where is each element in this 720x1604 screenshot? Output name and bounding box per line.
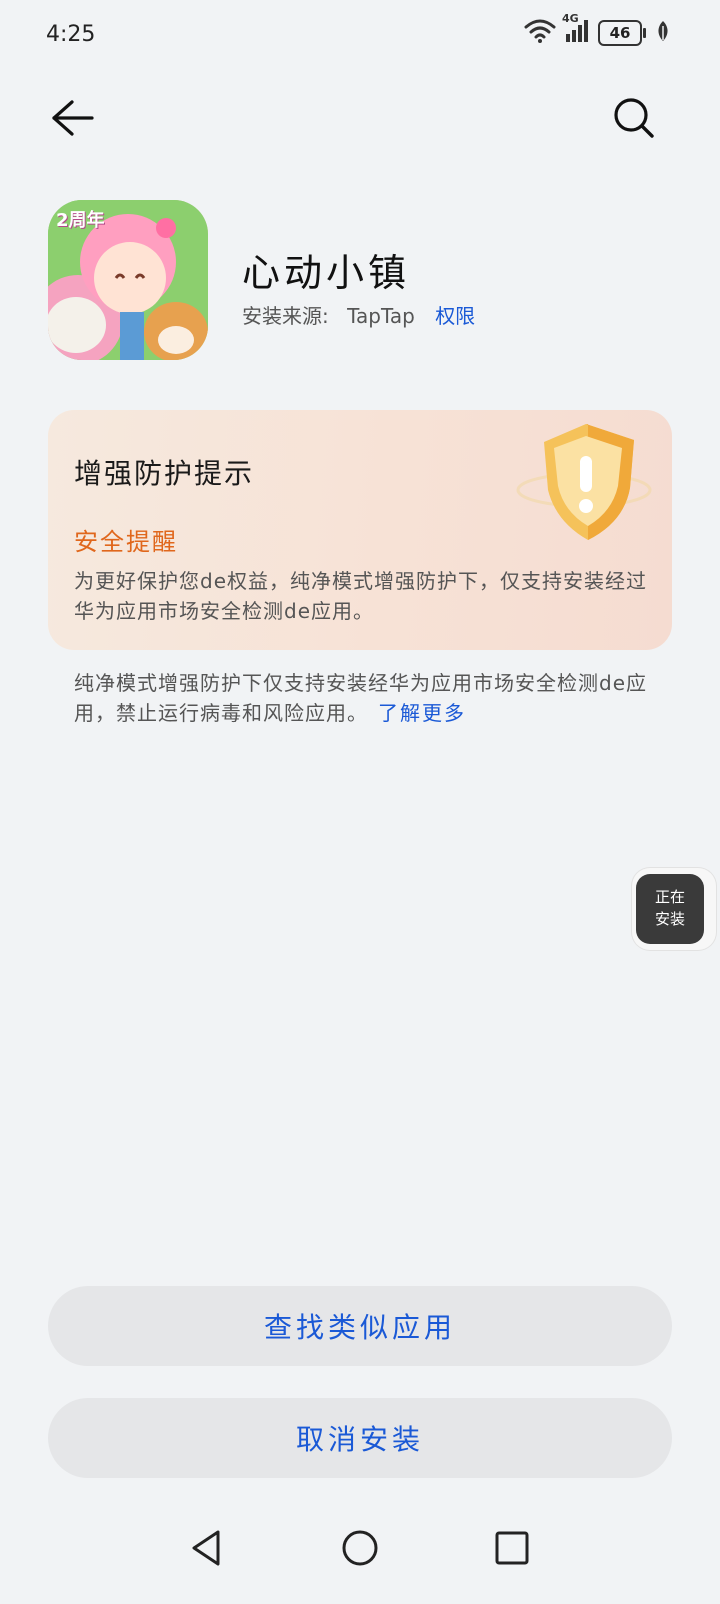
leaf-icon bbox=[656, 20, 670, 46]
installing-float-button[interactable]: 正在 安装 bbox=[632, 868, 716, 950]
protection-card: 增强防护提示 安全提醒 为更好保护您de权益，纯净模式增强防护下，仅支持安装经过… bbox=[48, 410, 672, 650]
installing-indicator: 正在 安装 bbox=[636, 874, 704, 944]
permission-link[interactable]: 权限 bbox=[435, 304, 475, 328]
square-recents-icon bbox=[492, 1528, 532, 1572]
card-title: 增强防护提示 bbox=[74, 457, 255, 490]
top-nav bbox=[0, 88, 720, 152]
shield-icon bbox=[514, 418, 654, 548]
status-time: 4:25 bbox=[46, 22, 96, 47]
back-button[interactable] bbox=[44, 92, 100, 148]
wifi-icon bbox=[524, 18, 556, 48]
installing-line2: 安装 bbox=[654, 910, 685, 928]
anniversary-badge: 2周年 bbox=[56, 210, 105, 231]
find-similar-apps-button[interactable]: 查找类似应用 bbox=[48, 1286, 672, 1366]
triangle-back-icon bbox=[186, 1528, 226, 1572]
card-body: 为更好保护您de权益，纯净模式增强防护下，仅支持安装经过华为应用市场安全检测de… bbox=[74, 569, 647, 623]
card-subtitle: 安全提醒 bbox=[74, 528, 178, 556]
install-source: 安装来源: TapTap 权限 bbox=[242, 300, 475, 329]
signal-icon: 4G bbox=[562, 12, 590, 48]
install-source-value: TapTap bbox=[347, 304, 415, 328]
battery-icon: 46 bbox=[598, 20, 646, 46]
cancel-install-button[interactable]: 取消安装 bbox=[48, 1398, 672, 1478]
back-arrow-icon bbox=[50, 98, 94, 142]
nav-home-button[interactable] bbox=[336, 1526, 384, 1574]
status-icons: 4G 46 bbox=[524, 12, 670, 48]
nav-recents-button[interactable] bbox=[488, 1526, 536, 1574]
system-nav-bar bbox=[0, 1504, 720, 1604]
search-button[interactable] bbox=[606, 92, 662, 148]
app-name: 心动小镇 bbox=[242, 251, 411, 295]
install-source-label: 安装来源: bbox=[242, 304, 329, 328]
nav-back-button[interactable] bbox=[182, 1526, 230, 1574]
status-bar: 4:25 4G 46 bbox=[0, 0, 720, 70]
circle-home-icon bbox=[340, 1528, 380, 1572]
search-icon bbox=[612, 96, 656, 144]
learn-more-link[interactable]: 了解更多 bbox=[378, 701, 466, 725]
notice-text: 纯净模式增强防护下仅支持安装经华为应用市场安全检测de应用，禁止运行病毒和风险应… bbox=[74, 668, 664, 728]
app-header: 2周年 心动小镇 安装来源: TapTap 权限 bbox=[48, 200, 672, 360]
app-icon: 2周年 bbox=[48, 200, 208, 360]
notice-body: 纯净模式增强防护下仅支持安装经华为应用市场安全检测de应用，禁止运行病毒和风险应… bbox=[74, 671, 647, 725]
network-type-label: 4G bbox=[562, 12, 579, 25]
installing-line1: 正在 bbox=[654, 888, 685, 906]
